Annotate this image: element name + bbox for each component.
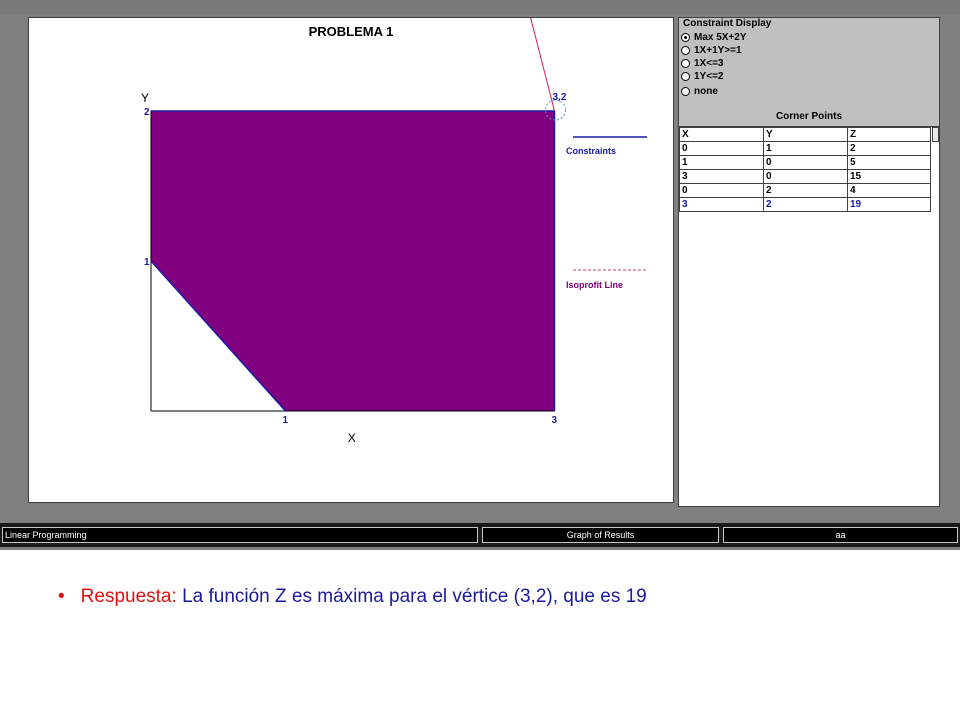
table-row: 3 0 15: [679, 169, 931, 184]
radio-icon[interactable]: [681, 86, 690, 96]
cell-x: 0: [679, 141, 764, 156]
cell-x: 1: [679, 155, 764, 170]
table-header-row: X Y Z: [679, 127, 931, 142]
option-constraint-1[interactable]: 1X+1Y>=1: [681, 44, 742, 56]
table-row: 1 0 5: [679, 155, 931, 170]
radio-icon[interactable]: [681, 32, 690, 42]
status-file: aa: [723, 527, 958, 543]
cell-y: 1: [763, 141, 848, 156]
cell-z: 4: [847, 183, 931, 198]
option-none[interactable]: none: [681, 85, 718, 97]
option-label: none: [694, 85, 718, 97]
table-row-optimal: 3 2 19: [679, 197, 931, 212]
option-label: 1Y<=2: [694, 70, 724, 82]
y-tick-label: 2: [144, 107, 150, 118]
answer-line: • Respuesta: La función Z es máxima para …: [58, 586, 647, 608]
x-tick-label: 1: [283, 415, 289, 426]
app-window: PROBLEMA 1 Y X 2 1 1 3 3,2 Constraints Isoprofit…: [0, 0, 960, 550]
option-constraint-3[interactable]: 1Y<=2: [681, 70, 723, 82]
option-constraint-2[interactable]: 1X<=3: [681, 57, 723, 69]
x-axis-label: X: [348, 431, 356, 445]
option-label: Max 5X+2Y: [694, 31, 747, 43]
option-max-objective[interactable]: Max 5X+2Y: [681, 31, 747, 43]
x-tick-label: 3: [552, 415, 558, 426]
status-module: Linear Programming: [2, 527, 478, 543]
cell-x: 3: [679, 197, 764, 212]
option-label: 1X<=3: [694, 57, 724, 69]
cell-y: 2: [763, 183, 848, 198]
window-top-strip: [0, 0, 960, 14]
answer-text: La función Z es máxima para el vértice (…: [182, 586, 647, 607]
cell-z: 5: [847, 155, 931, 170]
corner-points-title: Corner Points: [679, 108, 939, 127]
answer-label: Respuesta:: [80, 586, 177, 607]
cell-z: 2: [847, 141, 931, 156]
feasible-region: [150, 110, 555, 412]
optimal-corner-label: 3,2: [553, 92, 567, 103]
objective-line: [530, 18, 555, 112]
cell-y: 0: [763, 155, 848, 170]
bullet-icon: •: [58, 586, 65, 607]
radio-icon[interactable]: [681, 58, 690, 68]
status-view: Graph of Results: [482, 527, 719, 543]
table-row: 0 2 4: [679, 183, 931, 198]
constraint-display-group: Constraint Display Max 5X+2Y 1X+1Y>=1 1X…: [679, 18, 939, 109]
table-row: 0 1 2: [679, 141, 931, 156]
cell-z: 15: [847, 169, 931, 184]
cell-x: 0: [679, 183, 764, 198]
graph-panel: PROBLEMA 1 Y X 2 1 1 3 3,2 Constraints Isoprofit…: [28, 17, 674, 503]
radio-icon[interactable]: [681, 71, 690, 81]
cell-y: 2: [763, 197, 848, 212]
legend-isoprofit-label: Isoprofit Line: [566, 280, 623, 290]
cell-x: 3: [679, 169, 764, 184]
column-header-y: Y: [763, 127, 848, 142]
cell-y: 0: [763, 169, 848, 184]
lp-graph: Y X 2 1 1 3 3,2 Constraints Isoprofit Line: [141, 18, 647, 445]
status-bar: Linear Programming Graph of Results aa: [0, 523, 960, 547]
legend-constraints-label: Constraints: [566, 146, 616, 156]
column-header-x: X: [679, 127, 764, 142]
radio-icon[interactable]: [681, 45, 690, 55]
y-axis-label: Y: [141, 91, 149, 105]
constraint-display-title: Constraint Display: [683, 18, 772, 29]
y-tick-label: 1: [144, 257, 150, 268]
corner-points-table: X Y Z 0 1 2 1 0 5 3 0 15 0 2 4 3 2 19: [679, 127, 931, 212]
cell-z: 19: [847, 197, 931, 212]
column-header-z: Z: [847, 127, 931, 142]
table-scrollbar[interactable]: [932, 127, 939, 142]
results-panel: Constraint Display Max 5X+2Y 1X+1Y>=1 1X…: [678, 17, 940, 507]
option-label: 1X+1Y>=1: [694, 44, 742, 56]
